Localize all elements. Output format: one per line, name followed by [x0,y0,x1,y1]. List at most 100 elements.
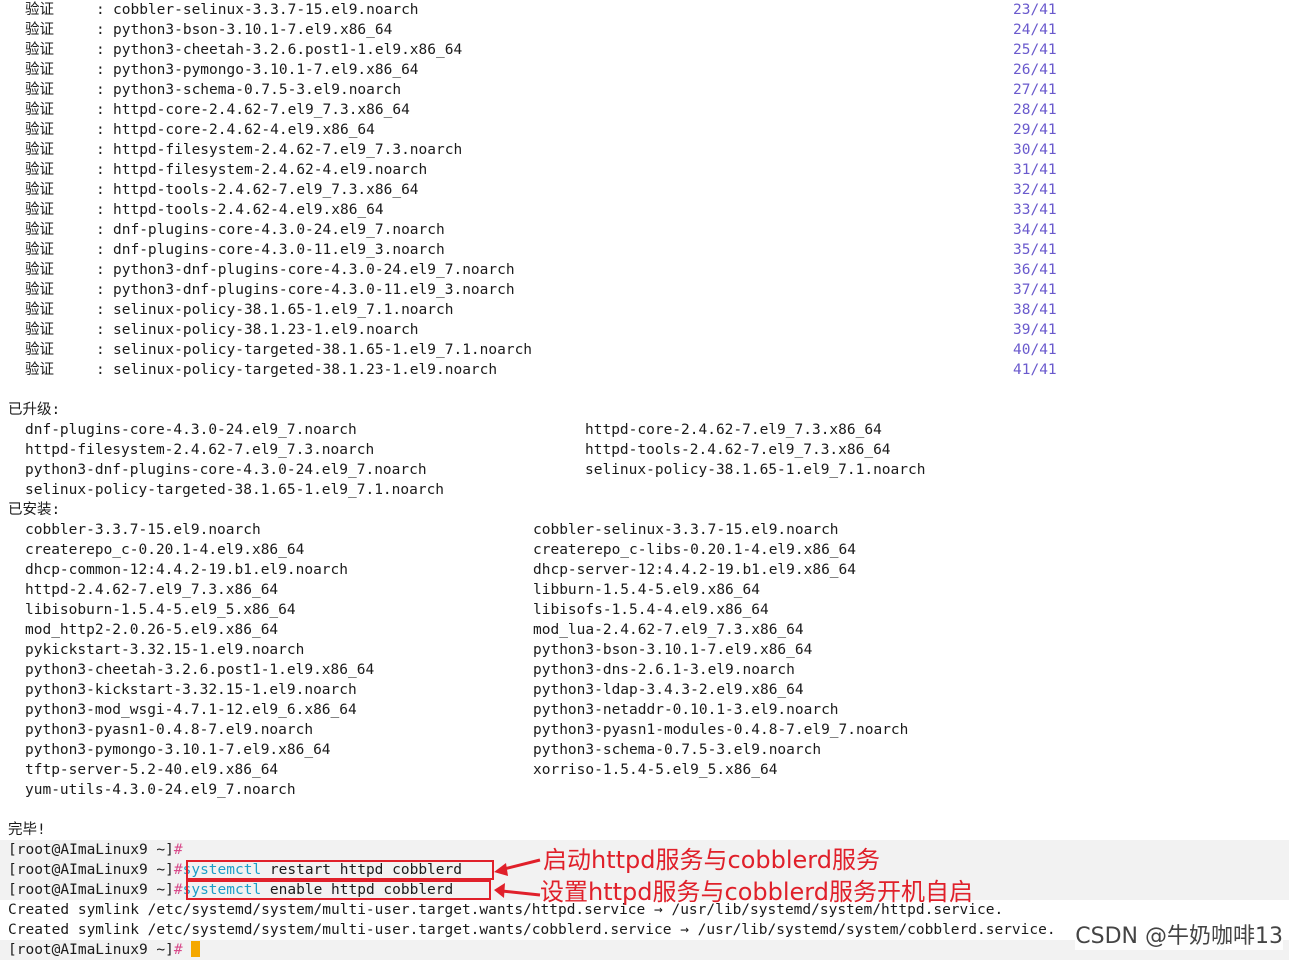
symlink-output: Created symlink /etc/systemd/system/mult… [8,922,1056,938]
verify-row: 验证: selinux-policy-38.1.65-1.el9_7.1.noar… [0,300,1289,320]
prompt-hash: # [173,942,183,958]
verify-row: 验证: python3-dnf-plugins-core-4.3.0-24.el9… [0,260,1289,280]
package-name: createrepo_c-0.20.1-4.el9.x86_64 [25,542,305,558]
package-name: httpd-core-2.4.62-4.el9.x86_64 [113,122,375,138]
package-name: dhcp-server-12:4.4.2-19.b1.el9.x86_64 [533,562,857,578]
verify-label: 验证 [25,162,54,178]
verify-row: 验证: python3-pymongo-3.10.1-7.el9.x86_64 26… [0,60,1289,80]
terminal-window[interactable]: 验证: cobbler-selinux-3.3.7-15.el9.noarch 23… [0,0,1289,960]
progress-count: 28/41 [1013,102,1057,118]
verify-row: 验证: selinux-policy-38.1.23-1.el9.noarch 39… [0,320,1289,340]
verify-label: 验证 [25,342,54,358]
upgraded-row: dnf-plugins-core-4.3.0-24.el9_7.noarch ht… [0,420,1289,440]
package-name: python3-schema-0.7.5-3.el9.noarch [533,742,822,758]
package-name: python3-dnf-plugins-core-4.3.0-24.el9_7.… [113,262,515,278]
progress-count: 23/41 [1013,2,1057,18]
prompt-hash: # [173,842,183,858]
verify-colon: : [96,62,105,78]
package-name: python3-bson-3.10.1-7.el9.x86_64 [533,642,813,658]
verify-colon: : [96,262,105,278]
verify-row: 验证: httpd-core-2.4.62-4.el9.x86_64 29/41 [0,120,1289,140]
verify-row: 验证: python3-bson-3.10.1-7.el9.x86_64 24/41 [0,20,1289,40]
package-name: tftp-server-5.2-40.el9.x86_64 [25,762,279,778]
verify-row: 验证: dnf-plugins-core-4.3.0-11.el9_3.noarc… [0,240,1289,260]
verify-label: 验证 [25,22,54,38]
package-name: python3-pymongo-3.10.1-7.el9.x86_64 [25,742,331,758]
installed-row: python3-cheetah-3.2.6.post1-1.el9.x86_64… [0,660,1289,680]
progress-count: 35/41 [1013,242,1057,258]
package-name: mod_lua-2.4.62-7.el9_7.3.x86_64 [533,622,804,638]
installed-row: python3-pymongo-3.10.1-7.el9.x86_64 pytho… [0,740,1289,760]
highlight-box-restart [186,860,494,880]
prompt: [root@AImaLinux9 ~] [8,882,174,898]
installed-row: python3-pyasn1-0.4.8-7.el9.noarch python3… [0,720,1289,740]
prompt: [root@AImaLinux9 ~] [8,842,174,858]
verify-label: 验证 [25,142,54,158]
installed-row: python3-kickstart-3.32.15-1.el9.noarch py… [0,680,1289,700]
package-name: python3-cheetah-3.2.6.post1-1.el9.x86_64 [25,662,375,678]
package-name: python3-mod_wsgi-4.7.1-12.el9_6.x86_64 [25,702,357,718]
progress-count: 27/41 [1013,82,1057,98]
prompt: [root@AImaLinux9 ~] [8,862,174,878]
verify-row: 验证: python3-cheetah-3.2.6.post1-1.el9.x86… [0,40,1289,60]
verify-colon: : [96,342,105,358]
verify-label: 验证 [25,302,54,318]
upgraded-row: httpd-filesystem-2.4.62-7.el9_7.3.noarch… [0,440,1289,460]
package-name: dnf-plugins-core-4.3.0-24.el9_7.noarch [113,222,445,238]
highlight-box-enable [186,880,491,900]
prompt-line[interactable]: [root@AImaLinux9 ~]# [8,940,201,960]
package-name: selinux-policy-targeted-38.1.65-1.el9_7.… [113,342,533,358]
package-name: httpd-filesystem-2.4.62-7.el9_7.3.noarch [25,442,375,458]
verify-row: 验证: cobbler-selinux-3.3.7-15.el9.noarch 23… [0,0,1289,20]
verify-label: 验证 [25,262,54,278]
prompt: [root@AImaLinux9 ~] [8,942,174,958]
verify-colon: : [96,102,105,118]
upgraded-row: selinux-policy-targeted-38.1.65-1.el9_7.… [0,480,1289,500]
package-name: httpd-tools-2.4.62-7.el9_7.3.x86_64 [113,182,419,198]
verify-colon: : [96,222,105,238]
verify-row: 验证: selinux-policy-targeted-38.1.65-1.el9… [0,340,1289,360]
progress-count: 38/41 [1013,302,1057,318]
verify-label: 验证 [25,222,54,238]
verify-colon: : [96,182,105,198]
arrow-left-icon [494,858,541,876]
package-name: pykickstart-3.32.15-1.el9.noarch [25,642,305,658]
progress-count: 32/41 [1013,182,1057,198]
verify-row: 验证: httpd-tools-2.4.62-4.el9.x86_64 33/41 [0,200,1289,220]
installed-row: mod_http2-2.0.26-5.el9.x86_64 mod_lua-2.4… [0,620,1289,640]
verify-label: 验证 [25,362,54,378]
verify-label: 验证 [25,282,54,298]
package-name: python3-dns-2.6.1-3.el9.noarch [533,662,795,678]
done-message: 完毕! [8,822,46,838]
verify-row: 验证: python3-schema-0.7.5-3.el9.noarch 27/4… [0,80,1289,100]
progress-count: 40/41 [1013,342,1057,358]
progress-count: 33/41 [1013,202,1057,218]
progress-count: 24/41 [1013,22,1057,38]
progress-count: 39/41 [1013,322,1057,338]
verify-colon: : [96,22,105,38]
verify-row: 验证: httpd-filesystem-2.4.62-7.el9_7.3.noa… [0,140,1289,160]
package-name: python3-kickstart-3.32.15-1.el9.noarch [25,682,357,698]
upgraded-row: python3-dnf-plugins-core-4.3.0-24.el9_7.… [0,460,1289,480]
verify-colon: : [96,282,105,298]
package-name: dnf-plugins-core-4.3.0-11.el9_3.noarch [113,242,445,258]
package-name: cobbler-selinux-3.3.7-15.el9.noarch [533,522,839,538]
package-name: httpd-2.4.62-7.el9_7.3.x86_64 [25,582,279,598]
package-name: libburn-1.5.4-5.el9.x86_64 [533,582,760,598]
verify-colon: : [96,362,105,378]
annotation-start-services: 启动httpd服务与cobblerd服务 [543,846,880,874]
verify-label: 验证 [25,202,54,218]
package-name: httpd-tools-2.4.62-4.el9.x86_64 [113,202,384,218]
installed-row: libisoburn-1.5.4-5.el9_5.x86_64 libisofs-… [0,600,1289,620]
symlink-output: Created symlink /etc/systemd/system/mult… [8,902,1004,918]
installed-row: httpd-2.4.62-7.el9_7.3.x86_64 libburn-1.5… [0,580,1289,600]
package-name: createrepo_c-libs-0.20.1-4.el9.x86_64 [533,542,857,558]
package-name: httpd-core-2.4.62-7.el9_7.3.x86_64 [585,422,882,438]
package-name: python3-cheetah-3.2.6.post1-1.el9.x86_64 [113,42,463,58]
annotation-arrows [494,858,541,898]
package-name: httpd-filesystem-2.4.62-7.el9_7.3.noarch [113,142,463,158]
verify-label: 验证 [25,322,54,338]
verify-colon: : [96,242,105,258]
package-name: xorriso-1.5.4-5.el9_5.x86_64 [533,762,778,778]
progress-count: 30/41 [1013,142,1057,158]
